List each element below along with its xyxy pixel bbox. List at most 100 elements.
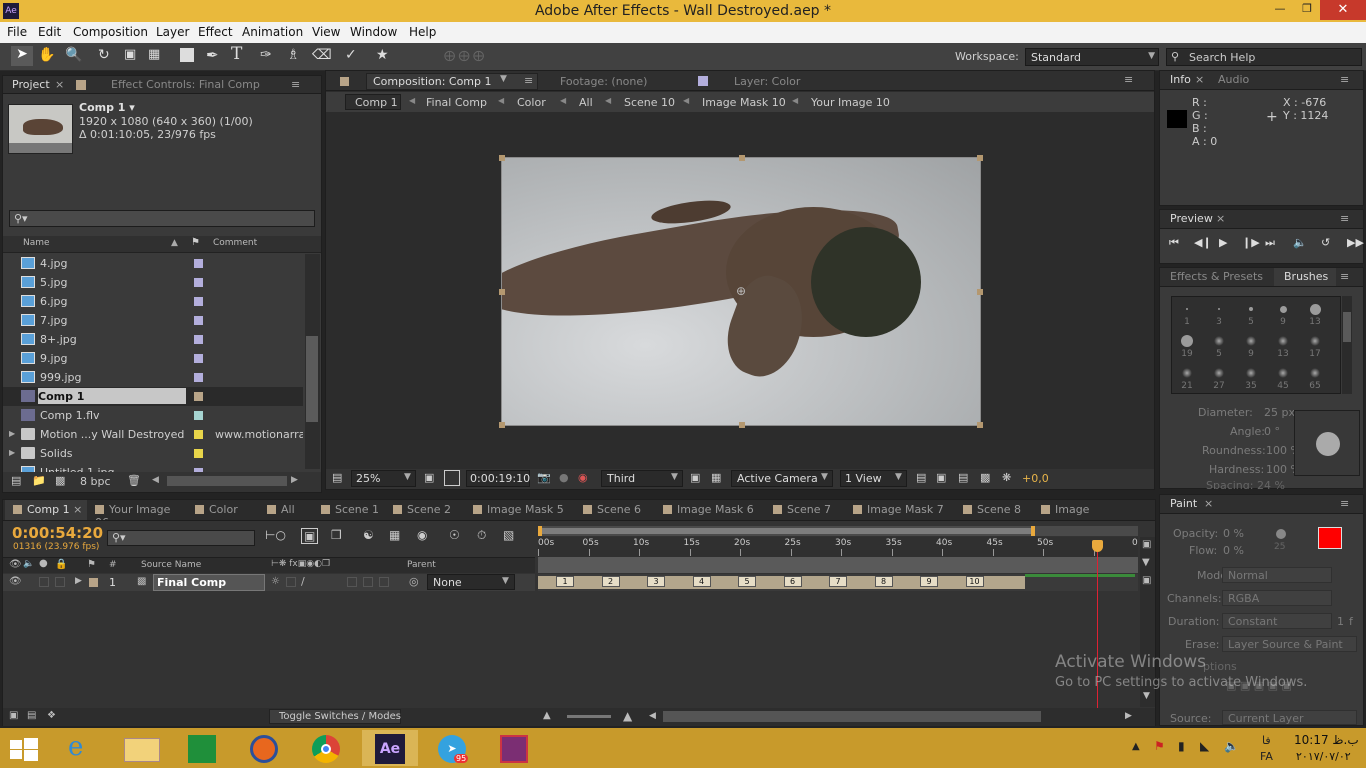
type-tool-icon[interactable]: T xyxy=(231,44,242,64)
project-item[interactable]: 5.jpg xyxy=(3,273,303,292)
snapshot-icon[interactable]: 📷 xyxy=(537,471,551,484)
hand-tool-icon[interactable]: ✋ xyxy=(38,47,55,63)
col-comment[interactable]: Comment xyxy=(213,238,257,248)
breadcrumb-image-mask10[interactable]: Image Mask 10 xyxy=(702,96,786,109)
tab-project[interactable]: Project xyxy=(12,78,50,91)
breadcrumb-final-comp[interactable]: Final Comp xyxy=(426,96,487,109)
layer-marker[interactable]: 7 xyxy=(829,576,847,587)
breadcrumb-scene10[interactable]: Scene 10 xyxy=(624,96,675,109)
menu-help[interactable]: Help xyxy=(409,25,436,39)
tab-brushes[interactable]: Brushes xyxy=(1284,270,1328,283)
timeline-icon[interactable]: ▤ xyxy=(958,471,968,484)
graph-editor-icon[interactable]: ▧ xyxy=(503,528,514,542)
comp-marker-icon[interactable]: ▣ xyxy=(1142,575,1151,586)
expand-panes-icon[interactable]: ▤ xyxy=(27,710,36,721)
layer-marker[interactable]: 8 xyxy=(874,576,893,587)
brush-tip[interactable] xyxy=(1246,336,1256,346)
wifi-icon[interactable]: ◣ xyxy=(1200,739,1209,753)
brush-scrollbar[interactable] xyxy=(1342,296,1352,394)
comp-mini-flowchart-icon[interactable]: ⊢○ xyxy=(265,528,286,542)
timeline-tab[interactable]: Image xyxy=(1033,500,1093,520)
duration-frames[interactable]: 1 xyxy=(1337,615,1344,628)
zoom-in-icon[interactable]: ▲ xyxy=(623,709,632,723)
expand-arrow-icon[interactable]: ▶ xyxy=(9,429,15,438)
panel-menu-icon[interactable]: ≡ xyxy=(1340,212,1349,225)
language-code[interactable]: FA xyxy=(1260,750,1273,763)
chevron-down-icon[interactable]: ▼ xyxy=(500,74,507,84)
start-button[interactable] xyxy=(10,738,38,761)
timeline-tab[interactable]: Scene 2 xyxy=(385,500,465,520)
brush-tip[interactable] xyxy=(1310,368,1320,378)
play-icon[interactable]: ▶ xyxy=(1219,236,1227,249)
layer-marker[interactable]: 6 xyxy=(783,576,802,587)
trash-icon[interactable]: 🗑 xyxy=(127,474,141,487)
label-color-swatch[interactable] xyxy=(194,411,203,420)
previous-frame-icon[interactable]: ◀❙ xyxy=(1194,236,1212,249)
render-time-icon[interactable]: ▣ xyxy=(9,710,18,721)
project-item[interactable]: Comp 1 xyxy=(3,387,303,406)
panel-menu-icon[interactable]: ≡ xyxy=(1340,270,1349,283)
shield-icon[interactable]: ▼ xyxy=(1142,557,1150,568)
after-effects-icon[interactable]: Ae xyxy=(362,730,418,766)
expand-arrow-icon[interactable]: ▶ xyxy=(75,576,82,586)
layer-marker[interactable]: 2 xyxy=(601,576,620,587)
exposure-value[interactable]: +0,0 xyxy=(1022,472,1049,485)
label-color-swatch[interactable] xyxy=(194,259,203,268)
tray-chevron-icon[interactable]: ▲ xyxy=(1132,741,1140,752)
scroll-down-icon[interactable]: ▼ xyxy=(1143,691,1150,701)
tab-paint[interactable]: Paint xyxy=(1170,497,1197,510)
telegram-icon[interactable]: ➤ 95 xyxy=(424,730,480,766)
timeline-tab[interactable]: Scene 7 xyxy=(765,500,845,520)
timeline-tab[interactable]: Scene 6 xyxy=(575,500,655,520)
internet-explorer-icon[interactable]: e xyxy=(54,730,110,766)
eraser-tool-icon[interactable]: ⌫ xyxy=(312,47,332,63)
close-icon[interactable]: × xyxy=(1204,497,1213,510)
label-color-swatch[interactable] xyxy=(194,316,203,325)
ram-preview-icon[interactable]: ▶▶ xyxy=(1347,236,1364,249)
opacity-value[interactable]: 0 % xyxy=(1223,527,1244,540)
action-center-icon[interactable]: ⚑ xyxy=(1154,739,1165,753)
timeline-search-input[interactable]: ⚲▾ xyxy=(107,530,255,546)
timeline-h-scrollbar[interactable] xyxy=(663,711,1041,722)
last-frame-icon[interactable]: ⏭ xyxy=(1265,236,1275,250)
mask-visibility-icon[interactable] xyxy=(444,470,460,486)
horizontal-scrollbar[interactable] xyxy=(167,476,287,486)
timeline-tab[interactable]: Scene 8 xyxy=(955,500,1033,520)
breadcrumb-color[interactable]: Color xyxy=(517,96,546,109)
safe-zones-icon[interactable]: ▣ xyxy=(424,471,434,484)
close-icon[interactable]: × xyxy=(1195,73,1204,86)
bpc-label[interactable]: 8 bpc xyxy=(80,475,111,488)
timeline-tab[interactable]: Image Mask 5 xyxy=(465,500,575,520)
label-color-swatch[interactable] xyxy=(194,335,203,344)
channel-icon[interactable]: ◉ xyxy=(578,471,588,484)
winrar-icon[interactable] xyxy=(486,730,542,766)
panel-menu-icon[interactable]: ≡ xyxy=(1124,73,1133,86)
label-color-swatch[interactable] xyxy=(194,373,203,382)
panel-menu-icon[interactable]: ≡ xyxy=(1340,497,1349,510)
zoom-tool-icon[interactable]: 🔍 xyxy=(65,47,82,63)
brush-tip[interactable] xyxy=(1246,368,1256,378)
flow-value[interactable]: 0 % xyxy=(1223,544,1244,557)
brush-tip[interactable] xyxy=(1309,303,1321,315)
store-icon[interactable] xyxy=(174,730,230,766)
loop-icon[interactable]: ↺ xyxy=(1321,236,1330,249)
comp-button-icon[interactable]: ▣ xyxy=(1142,539,1151,550)
brush-tip[interactable] xyxy=(1182,368,1192,378)
layer-track[interactable]: 1 2 3 4 5 6 7 8 9 10 xyxy=(538,574,1138,591)
brush-tip[interactable] xyxy=(1249,307,1253,311)
new-folder-icon[interactable]: 📁 xyxy=(32,474,46,487)
reset-exposure-icon[interactable]: ❋ xyxy=(1002,471,1011,484)
brush-tip[interactable] xyxy=(1278,336,1288,346)
panel-menu-icon[interactable]: ≡ xyxy=(291,78,300,91)
region-of-interest-icon[interactable]: ▣ xyxy=(690,471,700,484)
layer-marker[interactable]: 3 xyxy=(647,576,665,587)
layer-marker[interactable]: 9 xyxy=(920,576,938,587)
work-area-bar[interactable] xyxy=(538,526,1138,536)
live-update-icon[interactable]: ▣ xyxy=(301,528,319,544)
pickwhip-icon[interactable]: ◎ xyxy=(409,575,419,588)
quality-switch-icon[interactable]: / xyxy=(301,575,305,588)
source-select[interactable]: Current Layer xyxy=(1222,710,1357,725)
eye-icon[interactable]: 👁 xyxy=(9,576,22,587)
brush-tip[interactable] xyxy=(1278,368,1288,378)
menu-animation[interactable]: Animation xyxy=(242,25,303,39)
